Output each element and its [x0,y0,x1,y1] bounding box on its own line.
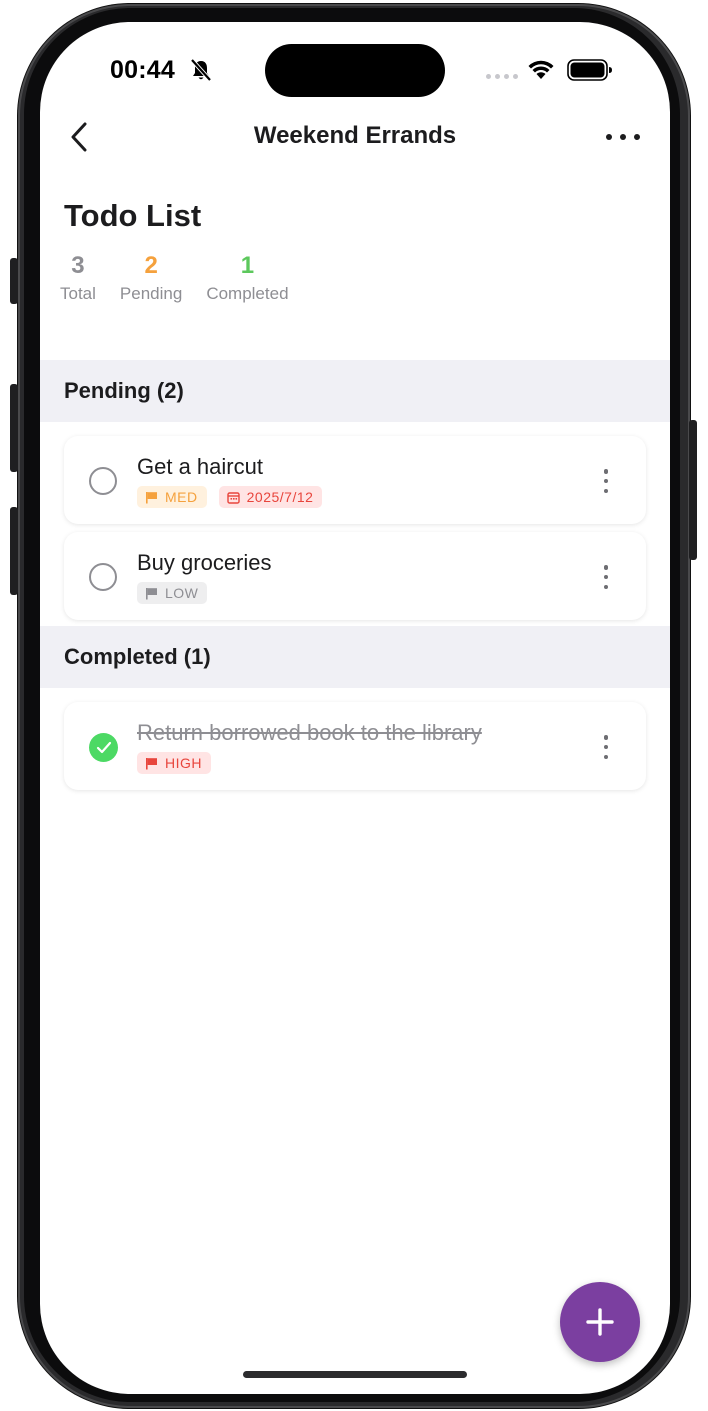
stat-total: 3 Total [60,252,96,304]
flag-icon [146,491,157,503]
item-menu-button[interactable] [600,735,612,759]
more-options-button[interactable] [606,130,640,144]
todo-item[interactable]: Get a haircut MED 2025/7/12 [64,436,646,524]
todo-title: Return borrowed book to the library [137,720,482,745]
priority-label: LOW [165,585,199,601]
page-title: Todo List [64,198,202,233]
section-header-completed: Completed (1) [40,626,670,688]
todo-item[interactable]: Buy groceries LOW [64,532,646,620]
stat-pending-value: 2 [144,252,158,279]
item-menu-button[interactable] [600,565,612,589]
status-time: 00:44 [110,56,175,84]
vertical-ellipsis-icon [603,565,609,570]
flag-icon [146,587,157,599]
stat-completed-value: 1 [240,252,255,279]
power-button [689,420,697,560]
tags: MED 2025/7/12 [137,486,323,508]
todo-title: Buy groceries [137,550,272,575]
stat-completed-label: Completed [206,284,289,303]
stat-total-value: 3 [71,252,85,279]
stat-pending-label: Pending [119,284,183,303]
section-title-completed: Completed (1) [64,644,211,669]
section-title-pending: Pending (2) [64,378,184,403]
stats-row: 3 Total 2 Pending 1 Completed [60,252,313,304]
add-todo-button[interactable] [560,1282,640,1362]
vertical-ellipsis-icon [603,735,609,740]
flag-icon [146,757,157,769]
plus-icon [586,1308,614,1336]
wifi-icon [528,60,554,79]
checkmark-icon [96,741,111,753]
nav-title: Weekend Errands [253,122,457,149]
priority-label: HIGH [165,755,202,771]
bell-slash-icon [190,58,212,82]
screen: 00:44 Weekend Errands Todo List 3 Total [40,22,670,1394]
due-date-label: 2025/7/12 [246,489,314,505]
todo-title: Get a haircut [137,454,263,479]
priority-label: MED [165,489,198,505]
home-indicator[interactable] [243,1371,467,1378]
volume-up-button [10,384,18,472]
priority-badge: HIGH [137,752,211,774]
checked-checkbox[interactable] [89,733,118,762]
battery-icon [567,59,612,81]
dynamic-island [265,44,445,97]
stat-total-label: Total [60,284,96,303]
checkbox[interactable] [89,563,117,591]
tags: HIGH [137,752,211,774]
priority-badge: LOW [137,582,208,604]
volume-down-button [10,507,18,595]
tags: LOW [137,582,208,604]
ellipsis-icon [606,134,612,140]
checkbox[interactable] [89,467,117,495]
priority-badge: MED [137,486,207,508]
todo-item[interactable]: Return borrowed book to the library HIGH [64,702,646,790]
section-header-pending: Pending (2) [40,360,670,422]
signal-dots-icon [486,74,518,79]
stat-completed: 1 Completed [206,252,288,304]
due-date-badge: 2025/7/12 [218,486,323,508]
action-button [10,258,18,304]
item-menu-button[interactable] [600,469,612,493]
stat-pending: 2 Pending [120,252,182,304]
calendar-icon [226,491,240,504]
vertical-ellipsis-icon [603,469,609,474]
